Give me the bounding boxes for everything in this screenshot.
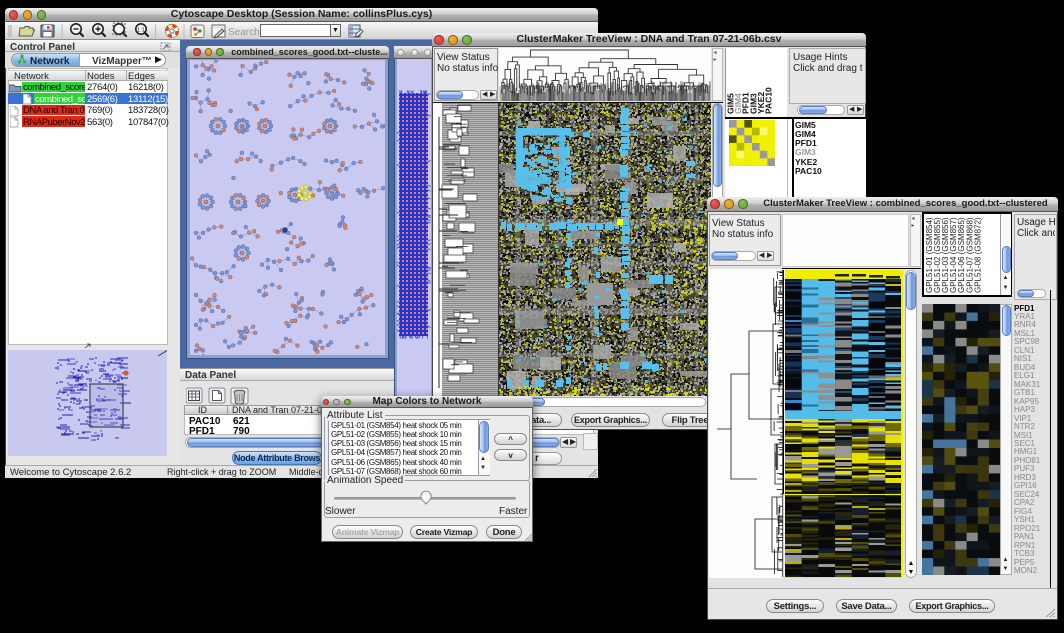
svg-text:PAC10: PAC10	[764, 87, 774, 114]
svg-text:1:1: 1:1	[137, 28, 145, 34]
svg-text:GPL51-08 (GSM872): GPL51-08 (GSM872)	[973, 217, 982, 293]
